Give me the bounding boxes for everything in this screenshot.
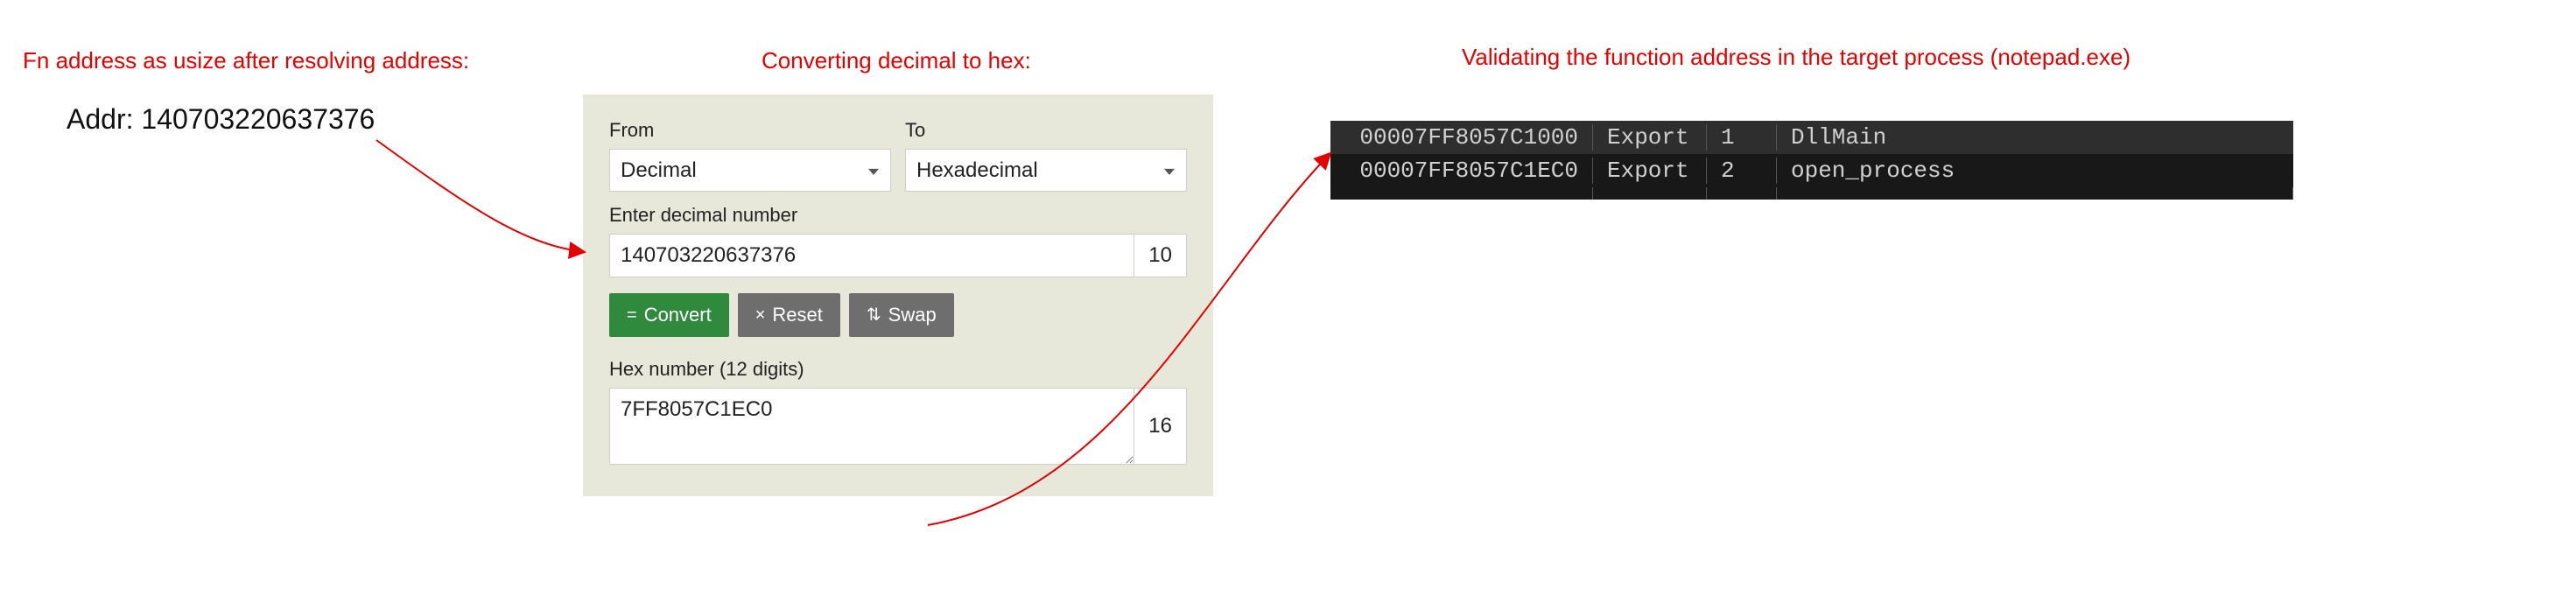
equals-icon: = [627, 306, 637, 324]
from-label: From [609, 119, 891, 142]
cell-kind: Export [1593, 158, 1707, 184]
cell-symbol-name: open_process [1777, 158, 2293, 184]
table-row[interactable]: 00007FF8057C1EC0 Export 2 open_process [1330, 154, 2293, 187]
reset-button-label: Reset [772, 304, 822, 326]
swap-icon: ⇅ [867, 306, 881, 324]
output-base-suffix: 16 [1134, 388, 1187, 465]
output-label: Hex number (12 digits) [609, 358, 1187, 381]
close-icon: × [755, 306, 766, 324]
to-select[interactable]: Hexadecimal [905, 149, 1187, 192]
input-label: Enter decimal number [609, 204, 1187, 227]
input-base-suffix: 10 [1134, 234, 1187, 277]
cell-kind: Export [1593, 124, 1707, 151]
hex-output[interactable]: 7FF8057C1EC0 [609, 388, 1134, 465]
cell-address: 00007FF8057C1EC0 [1330, 158, 1593, 184]
annotation-arrows [0, 0, 2576, 589]
convert-button[interactable]: = Convert [609, 293, 729, 337]
cell-ordinal: 1 [1707, 124, 1777, 151]
addr-value: 140703220637376 [141, 103, 375, 135]
annotation-right: Validating the function address in the t… [1462, 44, 2130, 71]
reset-button[interactable]: × Reset [738, 293, 840, 337]
debugger-export-table: 00007FF8057C1000 Export 1 DllMain 00007F… [1330, 121, 2293, 200]
to-label: To [905, 119, 1187, 142]
swap-button[interactable]: ⇅ Swap [849, 293, 954, 337]
resolved-address-line: Addr: 140703220637376 [67, 103, 375, 136]
decimal-input[interactable] [609, 234, 1134, 277]
annotation-left: Fn address as usize after resolving addr… [23, 47, 469, 74]
swap-button-label: Swap [888, 304, 937, 326]
cell-ordinal: 2 [1707, 158, 1777, 184]
table-row[interactable]: 00007FF8057C1000 Export 1 DllMain [1330, 121, 2293, 154]
converter-panel: From Decimal To Hexadecimal Enter decima… [583, 95, 1213, 496]
addr-label: Addr: [67, 103, 133, 135]
cell-symbol-name: DllMain [1777, 124, 2293, 151]
from-select[interactable]: Decimal [609, 149, 891, 192]
annotation-middle: Converting decimal to hex: [762, 47, 1031, 74]
convert-button-label: Convert [644, 304, 712, 326]
table-row-partial [1330, 187, 2293, 200]
cell-address: 00007FF8057C1000 [1330, 124, 1593, 151]
